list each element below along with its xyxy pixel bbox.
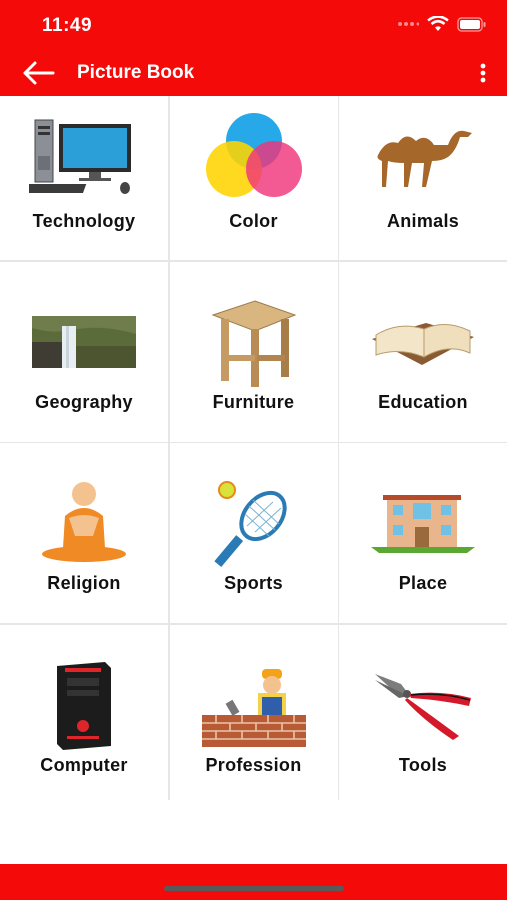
category-label: Computer <box>40 754 128 775</box>
bottom-bar <box>0 864 507 900</box>
category-color[interactable]: Color <box>169 96 338 260</box>
wifi-icon <box>427 16 449 31</box>
tennis-racket-icon <box>170 473 338 573</box>
back-arrow-icon <box>23 61 55 85</box>
more-vertical-icon <box>480 63 486 83</box>
open-book-icon <box>339 292 507 392</box>
page-title: Picture Book <box>77 62 195 83</box>
category-label: Sports <box>224 573 283 593</box>
category-label: Technology <box>32 211 136 231</box>
category-education[interactable]: Education <box>339 261 507 442</box>
pliers-icon <box>339 655 507 755</box>
cpu-tower-icon <box>0 655 168 755</box>
category-sports[interactable]: Sports <box>169 443 338 623</box>
category-religion[interactable]: Religion <box>0 443 168 623</box>
category-grid: Technology Color Animals Geography Furni… <box>0 96 507 805</box>
monk-icon <box>0 473 168 573</box>
category-label: Geography <box>35 391 133 412</box>
category-profession[interactable]: Profession <box>169 624 338 805</box>
signal-dots-icon <box>398 22 419 26</box>
status-bar: 11:49 <box>0 0 507 50</box>
color-circles-icon <box>170 106 338 206</box>
category-tools[interactable]: Tools <box>339 624 507 805</box>
category-place[interactable]: Place <box>339 443 507 623</box>
waterfall-icon <box>0 292 168 392</box>
category-label: Profession <box>205 754 302 775</box>
category-computer[interactable]: Computer <box>0 624 168 805</box>
category-furniture[interactable]: Furniture <box>169 261 338 442</box>
back-button[interactable] <box>22 59 56 87</box>
category-animals[interactable]: Animals <box>339 96 507 260</box>
category-geography[interactable]: Geography <box>0 261 168 442</box>
bricklayer-icon <box>170 655 338 755</box>
desktop-computer-icon <box>0 106 168 206</box>
more-options-button[interactable] <box>477 62 489 84</box>
category-label: Education <box>378 391 468 412</box>
battery-icon <box>457 16 486 32</box>
app-bar: Picture Book <box>0 50 507 96</box>
category-label: Furniture <box>212 391 295 412</box>
category-label: Place <box>398 573 448 593</box>
category-label: Tools <box>398 754 448 775</box>
status-icons <box>397 16 487 32</box>
stool-icon <box>170 292 338 392</box>
category-technology[interactable]: Technology <box>0 96 168 260</box>
status-time: 11:49 <box>42 15 93 36</box>
camel-icon <box>339 106 507 206</box>
category-label: Animals <box>386 211 460 231</box>
home-indicator[interactable] <box>164 886 344 891</box>
category-label: Religion <box>47 573 121 593</box>
category-label: Color <box>229 211 278 231</box>
building-icon <box>339 473 507 573</box>
